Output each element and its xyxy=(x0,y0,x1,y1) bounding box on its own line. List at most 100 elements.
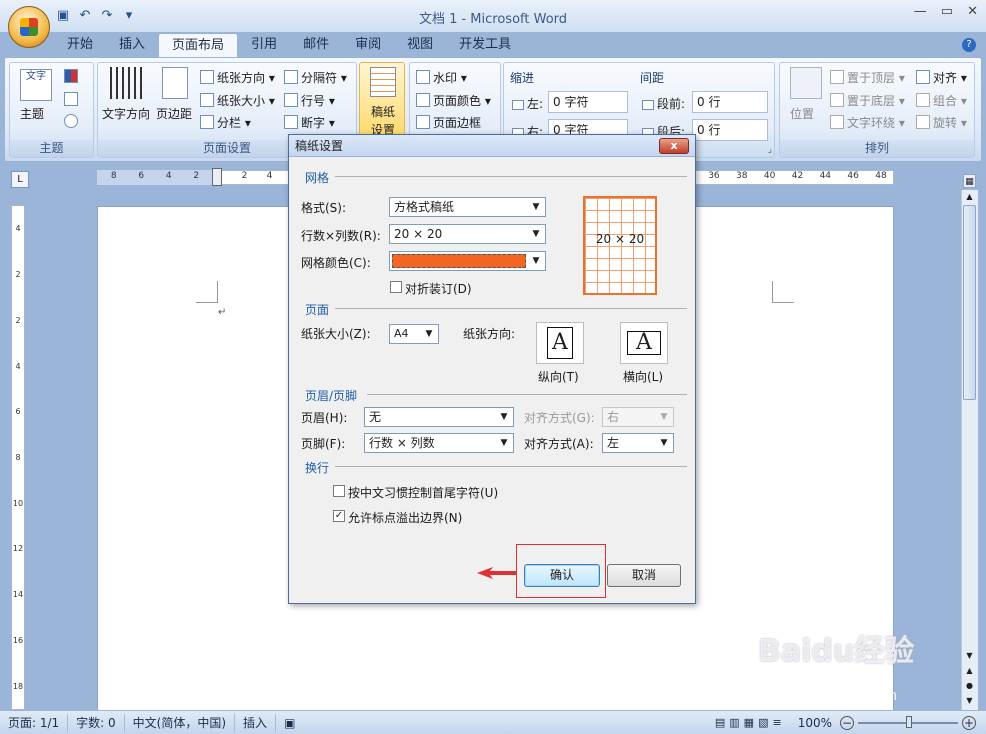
punct-overflow-checkbox[interactable]: ✓ xyxy=(333,510,345,522)
text-wrap-button[interactable]: 文字环绕 ▾ xyxy=(830,114,905,131)
outline-view-icon[interactable]: ▧ xyxy=(758,716,768,729)
office-button[interactable] xyxy=(8,6,50,48)
title-bar: ▣ ↶ ↷ ▾ 文档 1 - Microsoft Word — ▭ ✕ xyxy=(0,0,986,32)
page-color-button[interactable]: 页面颜色 ▾ xyxy=(416,92,491,109)
cancel-button[interactable]: 取消 xyxy=(607,564,681,587)
scroll-down-icon[interactable]: ▼ xyxy=(963,651,976,660)
grid-color-select[interactable]: ▼ xyxy=(389,251,546,271)
pointer-arrow-icon xyxy=(477,567,517,579)
scroll-up-icon[interactable]: ▲ xyxy=(963,190,976,203)
close-icon[interactable]: ✕ xyxy=(967,4,978,19)
page-count[interactable]: 页面: 1/1 xyxy=(0,713,69,732)
theme-fonts-button[interactable] xyxy=(64,92,81,107)
header-align-label: 对齐方式(G): xyxy=(524,411,595,425)
watermark-button[interactable]: 水印 ▾ xyxy=(416,69,467,86)
ok-button[interactable]: 确认 xyxy=(524,564,600,587)
rotate-button[interactable]: 旋转 ▾ xyxy=(916,114,967,131)
indent-left-label: 左: xyxy=(512,95,543,112)
grid-color-swatch xyxy=(392,254,526,268)
manuscript-settings-button[interactable]: 稿纸 设置 xyxy=(359,62,405,142)
full-screen-view-icon[interactable]: ▥ xyxy=(729,716,739,729)
tab-page-layout[interactable]: 页面布局 xyxy=(158,33,239,57)
language-indicator[interactable]: 中文(简体，中国) xyxy=(125,713,236,732)
tab-mailings[interactable]: 邮件 xyxy=(290,33,342,57)
chinese-rule-checkbox[interactable] xyxy=(333,485,345,497)
maximize-icon[interactable]: ▭ xyxy=(941,4,953,19)
paper-size-select[interactable]: A4 ▼ xyxy=(389,324,439,344)
group-button[interactable]: 组合 ▾ xyxy=(916,92,967,109)
theme-button[interactable]: 主题 xyxy=(20,105,44,122)
align-button[interactable]: 对齐 ▾ xyxy=(916,69,967,86)
group-label: 组合 xyxy=(933,94,958,108)
dialog-close-button[interactable]: x xyxy=(659,138,689,154)
portrait-label: 纵向(T) xyxy=(538,370,579,384)
ruler-tab-selector[interactable]: L xyxy=(11,171,29,188)
page-borders-button[interactable]: 页面边框 xyxy=(416,114,481,131)
ruler-tick: 2 xyxy=(241,171,248,181)
spacing-before-input[interactable]: 0 行 xyxy=(692,91,768,113)
footer-align-select[interactable]: 左 ▼ xyxy=(602,433,674,453)
fold-binding-checkbox[interactable] xyxy=(390,281,402,293)
spacing-after-input[interactable]: 0 行 xyxy=(692,119,768,141)
tab-view[interactable]: 视图 xyxy=(394,33,446,57)
tab-insert[interactable]: 插入 xyxy=(106,33,158,57)
theme-effects-button[interactable] xyxy=(64,114,81,129)
indent-left-text: 左: xyxy=(527,97,544,111)
section-divider xyxy=(335,466,687,467)
minimize-icon[interactable]: — xyxy=(914,4,927,19)
zoom-slider[interactable] xyxy=(858,715,958,728)
tab-developer[interactable]: 开发工具 xyxy=(446,33,524,57)
chevron-down-icon: ▼ xyxy=(532,229,540,239)
next-page-icon[interactable]: ▼ xyxy=(963,696,976,705)
word-count[interactable]: 字数: 0 xyxy=(68,713,125,732)
draft-view-icon[interactable]: ≡ xyxy=(772,716,781,729)
margins-button[interactable]: 页边距 xyxy=(156,105,192,122)
view-ruler-icon[interactable]: ▦ xyxy=(963,174,976,188)
vertical-ruler[interactable]: 4 2 2 4 6 8 10 12 14 16 18 xyxy=(11,205,25,710)
indent-left-input[interactable]: 0 字符 xyxy=(548,91,628,113)
rotate-label: 旋转 xyxy=(933,116,958,130)
bring-front-button[interactable]: 置于顶层 ▾ xyxy=(830,69,905,86)
style-select[interactable]: 方格式稿纸 ▼ xyxy=(389,197,546,217)
hyphenation-button[interactable]: 断字 ▾ xyxy=(284,114,335,131)
rows-cols-select[interactable]: 20 × 20 ▼ xyxy=(389,224,546,244)
breaks-button[interactable]: 分隔符 ▾ xyxy=(284,69,347,86)
columns-button[interactable]: 分栏 ▾ xyxy=(200,114,251,131)
text-direction-button[interactable]: 文字方向 xyxy=(102,105,150,122)
orientation-button[interactable]: 纸张方向 ▾ xyxy=(200,69,275,86)
view-buttons: ▤ ▥ ▦ ▧ ≡ xyxy=(715,716,790,729)
zoom-slider-thumb[interactable] xyxy=(906,715,912,728)
paragraph-dialog-launcher-icon[interactable]: ⌟ xyxy=(768,145,772,155)
tab-references[interactable]: 引用 xyxy=(238,33,290,57)
insert-mode[interactable]: 插入 xyxy=(235,713,277,732)
size-button[interactable]: 纸张大小 ▾ xyxy=(200,92,275,109)
ruler-tick: 48 xyxy=(875,171,887,181)
tab-home[interactable]: 开始 xyxy=(54,33,106,57)
ruler-tick: 14 xyxy=(12,590,24,600)
macro-record-icon[interactable]: ▣ xyxy=(276,714,303,732)
footer-select[interactable]: 行数 × 列数 ▼ xyxy=(364,433,514,453)
help-icon[interactable]: ? xyxy=(962,38,976,52)
web-layout-view-icon[interactable]: ▦ xyxy=(744,716,754,729)
grid-preview-text: 20 × 20 xyxy=(595,232,645,246)
chevron-down-icon: ▼ xyxy=(500,438,508,448)
landscape-option[interactable]: A xyxy=(620,322,668,364)
send-back-button[interactable]: 置于底层 ▾ xyxy=(830,92,905,109)
header-select[interactable]: 无 ▼ xyxy=(364,407,514,427)
line-numbers-button[interactable]: 行号 ▾ xyxy=(284,92,335,109)
zoom-in-icon[interactable]: + xyxy=(962,715,976,730)
office-logo-icon xyxy=(20,18,38,36)
scrollbar-thumb[interactable] xyxy=(963,205,976,400)
browse-object-icon[interactable]: ● xyxy=(963,681,976,690)
position-button[interactable]: 位置 xyxy=(790,105,814,122)
theme-colors-button[interactable] xyxy=(64,69,81,84)
crop-mark-left xyxy=(196,281,218,303)
header-align-select[interactable]: 右 ▼ xyxy=(602,407,674,427)
indent-marker-icon[interactable] xyxy=(212,168,222,186)
zoom-level[interactable]: 100% xyxy=(790,716,840,730)
prev-page-icon[interactable]: ▲ xyxy=(963,666,976,675)
print-layout-view-icon[interactable]: ▤ xyxy=(715,716,725,729)
tab-review[interactable]: 审阅 xyxy=(342,33,394,57)
portrait-option[interactable]: A xyxy=(536,322,584,364)
zoom-out-icon[interactable]: − xyxy=(840,715,854,730)
